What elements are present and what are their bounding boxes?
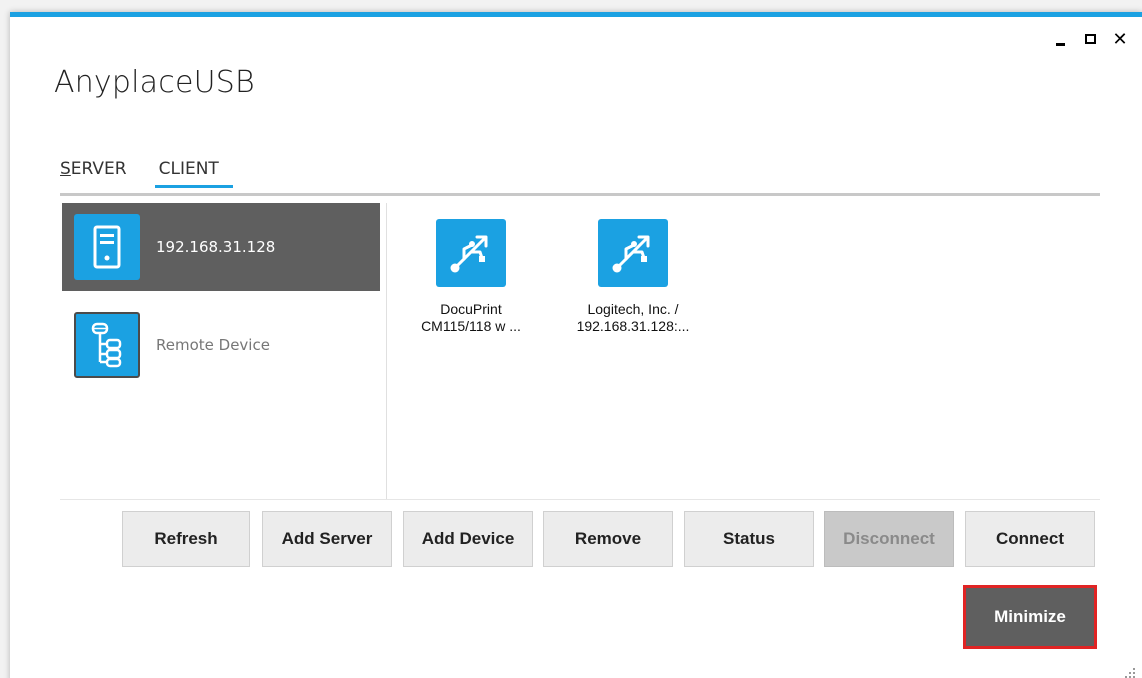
server-item-remote-device[interactable]: Remote Device xyxy=(62,301,380,389)
screen: ✕ AnyplaceUSB SERVER CLIENT 192.168.31.1… xyxy=(0,0,1142,678)
device-label: DocuPrint CM115/118 w ... xyxy=(421,301,521,334)
tab-server-mnemonic: S xyxy=(60,159,71,179)
tab-client-label: CLIENT xyxy=(158,159,219,179)
server-list: 192.168.31.128 Remote Device xyxy=(60,203,387,499)
add-server-button[interactable]: Add Server xyxy=(262,511,392,567)
device-label: Logitech, Inc. / 192.168.31.128:... xyxy=(576,301,690,334)
device-item-logitech[interactable]: Logitech, Inc. / 192.168.31.128:... xyxy=(558,219,708,335)
connect-button[interactable]: Connect xyxy=(965,511,1095,567)
usb-icon xyxy=(598,219,668,287)
tab-server-label: ERVER xyxy=(70,159,127,179)
device-tree-icon xyxy=(74,312,140,378)
refresh-button[interactable]: Refresh xyxy=(122,511,250,567)
window-maximize-button[interactable] xyxy=(1078,27,1102,51)
tab-bar: SERVER CLIENT xyxy=(60,157,251,188)
app-window: ✕ AnyplaceUSB SERVER CLIENT 192.168.31.1… xyxy=(10,12,1142,678)
minimize-button[interactable]: Minimize xyxy=(963,585,1097,649)
server-item-label: 192.168.31.128 xyxy=(156,238,276,256)
window-minimize-button[interactable] xyxy=(1048,27,1072,51)
resize-grip-icon[interactable] xyxy=(1124,667,1136,678)
server-item-label: Remote Device xyxy=(156,336,270,354)
window-close-button[interactable]: ✕ xyxy=(1108,27,1132,51)
window-controls: ✕ xyxy=(1048,27,1132,51)
device-grid: DocuPrint CM115/118 w ... Logitech, Inc.… xyxy=(390,203,1100,499)
tab-server[interactable]: SERVER xyxy=(60,157,127,187)
tab-client[interactable]: CLIENT xyxy=(154,157,234,188)
server-item-192-168-31-128[interactable]: 192.168.31.128 xyxy=(62,203,380,291)
close-icon: ✕ xyxy=(1112,28,1128,50)
bottom-divider xyxy=(60,499,1100,500)
disconnect-button[interactable]: Disconnect xyxy=(824,511,954,567)
status-button[interactable]: Status xyxy=(684,511,814,567)
usb-icon xyxy=(436,219,506,287)
server-tower-icon xyxy=(74,214,140,280)
remove-button[interactable]: Remove xyxy=(543,511,673,567)
add-device-button[interactable]: Add Device xyxy=(403,511,533,567)
device-item-docuprint[interactable]: DocuPrint CM115/118 w ... xyxy=(396,219,546,335)
tab-divider xyxy=(60,193,1100,196)
maximize-icon xyxy=(1084,34,1096,44)
minimize-icon xyxy=(1055,42,1065,46)
app-title: AnyplaceUSB xyxy=(54,65,255,100)
